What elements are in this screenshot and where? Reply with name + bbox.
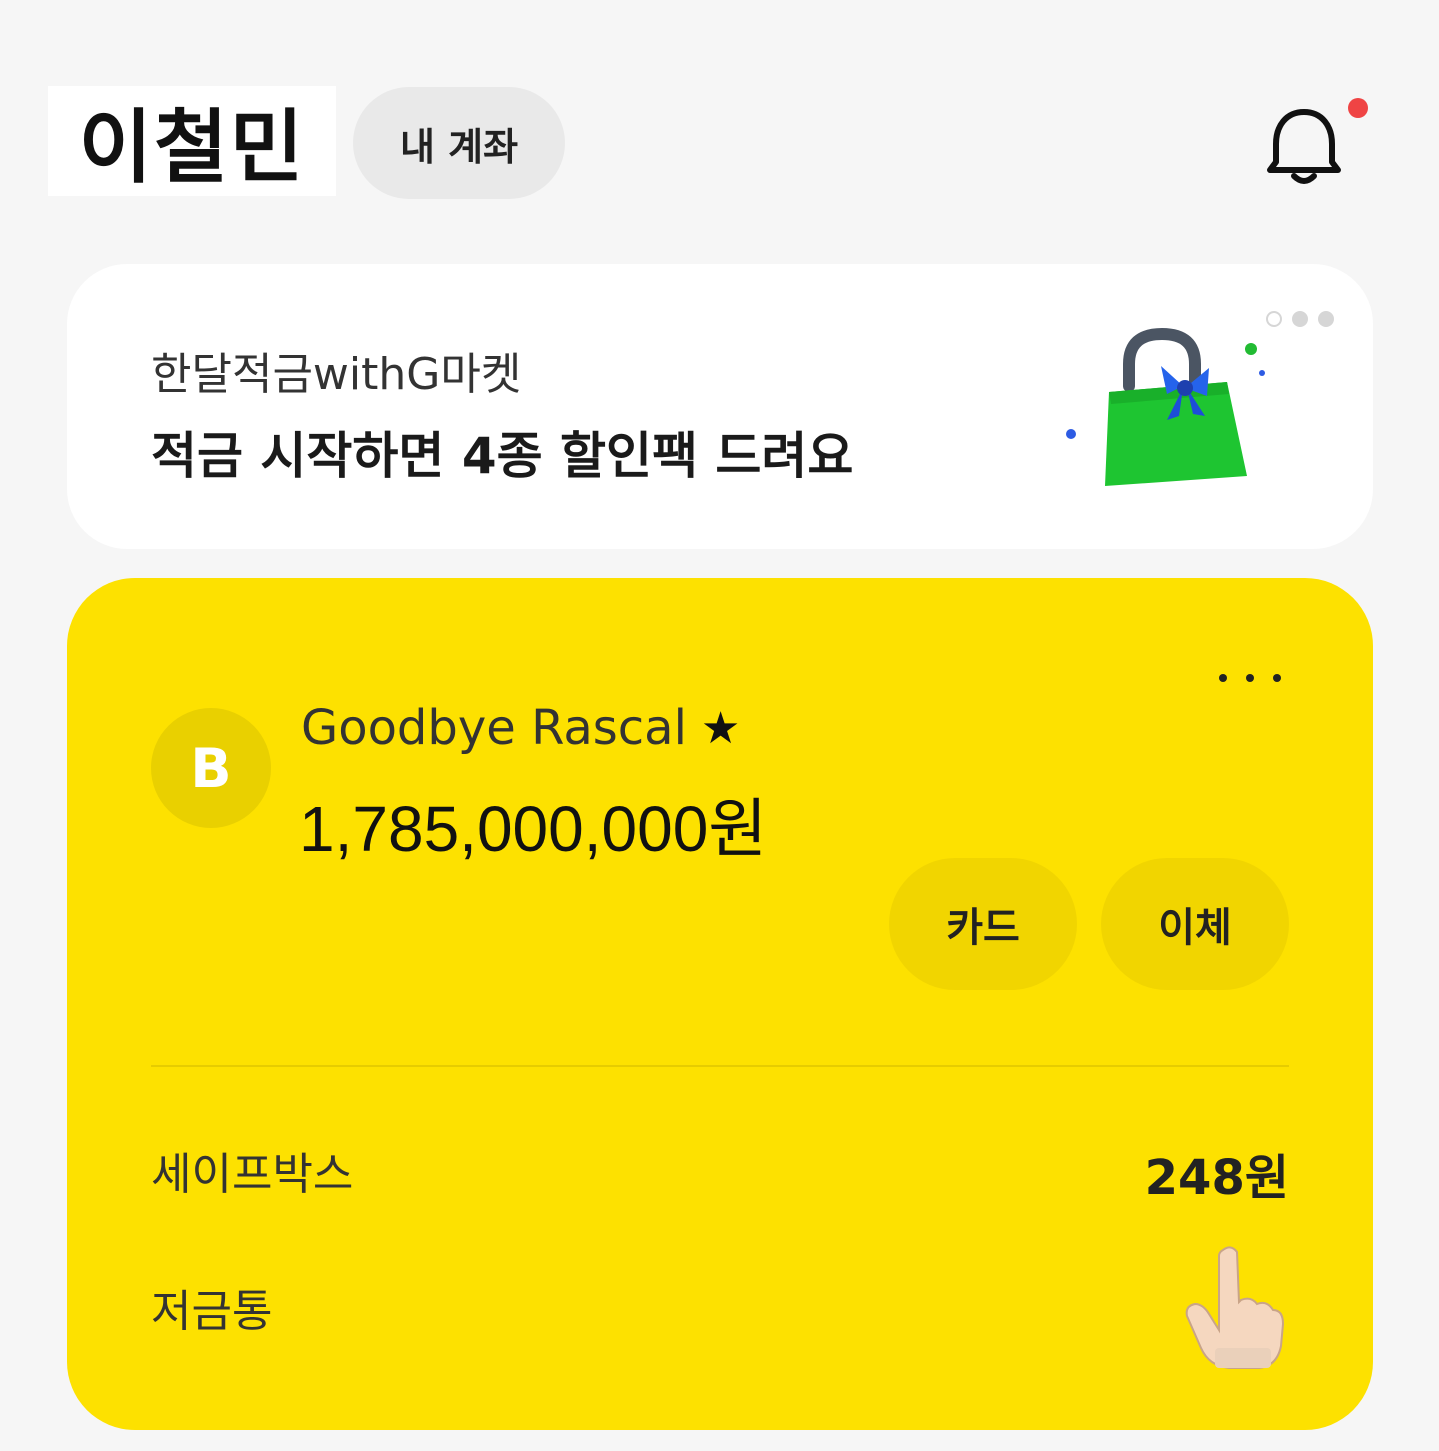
pager-dot	[1292, 311, 1308, 327]
bank-logo-letter: B	[190, 736, 232, 800]
shopping-bag-icon	[1066, 327, 1265, 486]
safebox-value: 248원	[1144, 1150, 1289, 1206]
transfer-button[interactable]: 이체	[1101, 858, 1289, 990]
bell-icon[interactable]	[1264, 104, 1344, 190]
card-button[interactable]: 카드	[889, 858, 1077, 990]
pager-dot	[1318, 311, 1334, 327]
pointing-hand-icon	[1185, 1246, 1285, 1369]
account-balance: 1,785,000,000원	[299, 793, 768, 865]
divider	[151, 1065, 1289, 1067]
my-account-button[interactable]: 내 계좌	[353, 87, 565, 199]
banner-pager	[1266, 311, 1334, 327]
user-name: 이철민	[48, 86, 336, 196]
app-screen: 이철민 내 계좌 한달적금withG마켓 적금 시작하면 4종 할인팩 드려요	[0, 0, 1439, 1451]
star-icon: ★	[700, 702, 741, 754]
promo-subtitle: 한달적금withG마켓	[151, 349, 522, 400]
account-name-row[interactable]: Goodbye Rascal ★	[301, 700, 740, 756]
more-dots-icon[interactable]	[1219, 666, 1281, 690]
promo-title: 적금 시작하면 4종 할인팩 드려요	[151, 427, 854, 485]
promo-banner[interactable]: 한달적금withG마켓 적금 시작하면 4종 할인팩 드려요	[67, 264, 1373, 549]
notification-badge	[1348, 98, 1368, 118]
account-card[interactable]: B Goodbye Rascal ★ 1,785,000,000원 카드 이체 …	[67, 578, 1373, 1430]
account-name: Goodbye Rascal	[301, 700, 687, 756]
bank-logo: B	[151, 708, 271, 828]
safebox-label[interactable]: 세이프박스	[151, 1138, 353, 1202]
pager-dot	[1266, 311, 1282, 327]
piggy-bank-label[interactable]: 저금통	[151, 1275, 272, 1339]
